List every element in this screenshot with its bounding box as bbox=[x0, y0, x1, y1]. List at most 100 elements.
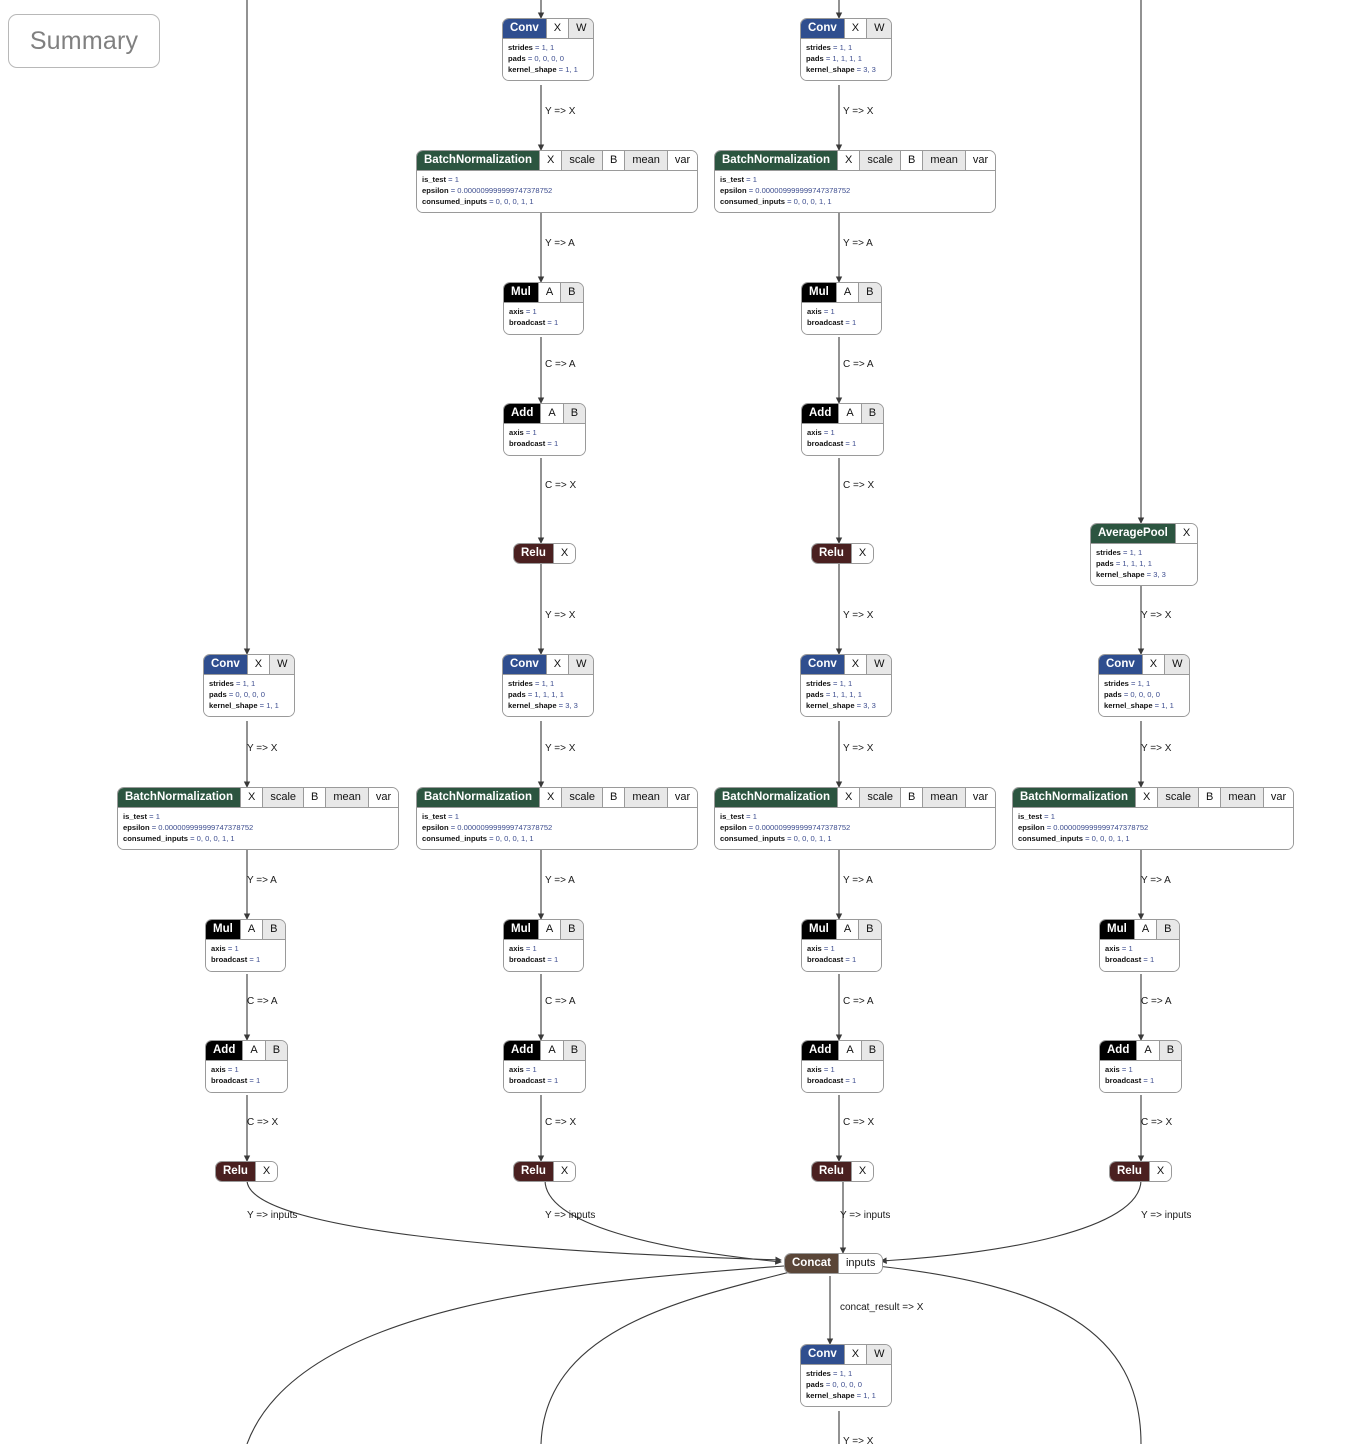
node-port-A[interactable]: A bbox=[537, 283, 561, 302]
graph-node-conv_out[interactable]: Conv X Wstrides = 1, 1 pads = 0, 0, 0, 0 ker… bbox=[800, 1344, 893, 1408]
node-port-A[interactable]: A bbox=[537, 920, 561, 939]
node-port-B[interactable]: B bbox=[303, 788, 326, 807]
node-port-B[interactable]: B bbox=[602, 151, 625, 170]
node-port-X[interactable]: X bbox=[837, 151, 860, 170]
graph-node-mul_d[interactable]: Mul A Baxis = 1 broadcast = 1 bbox=[1099, 919, 1180, 972]
node-port-scale[interactable]: scale bbox=[859, 151, 901, 170]
node-port-W[interactable]: W bbox=[866, 655, 892, 674]
node-port-var[interactable]: var bbox=[1262, 788, 1294, 807]
graph-node-relu_d[interactable]: Relu X bbox=[1109, 1161, 1173, 1182]
node-port-B[interactable]: B bbox=[860, 1041, 884, 1060]
node-port-X[interactable]: X bbox=[837, 788, 860, 807]
node-port-scale[interactable]: scale bbox=[1157, 788, 1199, 807]
node-port-X[interactable]: X bbox=[1135, 788, 1158, 807]
graph-node-add_c[interactable]: Add A Baxis = 1 broadcast = 1 bbox=[801, 1040, 885, 1093]
graph-node-conv_b[interactable]: Conv X Wstrides = 1, 1 pads = 1, 1, 1, 1 ker… bbox=[502, 654, 595, 718]
node-port-var[interactable]: var bbox=[666, 151, 698, 170]
node-port-X[interactable]: X bbox=[1148, 1162, 1172, 1181]
graph-node-relu_c_top[interactable]: Relu X bbox=[811, 543, 875, 564]
graph-node-bn_b_top[interactable]: BatchNormalization Xscale Bmean var is_test … bbox=[416, 150, 699, 214]
node-port-mean[interactable]: mean bbox=[1220, 788, 1263, 807]
node-port-scale[interactable]: scale bbox=[561, 151, 603, 170]
node-port-B[interactable]: B bbox=[1158, 1041, 1182, 1060]
node-port-X[interactable]: X bbox=[843, 19, 867, 38]
node-port-X[interactable]: X bbox=[552, 1162, 576, 1181]
node-port-var[interactable]: var bbox=[964, 788, 996, 807]
node-port-var[interactable]: var bbox=[666, 788, 698, 807]
node-port-B[interactable]: B bbox=[900, 788, 923, 807]
node-port-A[interactable]: A bbox=[838, 404, 861, 423]
node-port-B[interactable]: B bbox=[858, 283, 881, 302]
graph-node-bn_a[interactable]: BatchNormalization Xscale Bmean var is_test … bbox=[117, 787, 400, 851]
node-port-B[interactable]: B bbox=[860, 404, 884, 423]
node-port-B[interactable]: B bbox=[560, 283, 583, 302]
node-port-W[interactable]: W bbox=[568, 19, 594, 38]
node-port-A[interactable]: A bbox=[540, 1041, 563, 1060]
node-port-var[interactable]: var bbox=[367, 788, 399, 807]
node-port-mean[interactable]: mean bbox=[624, 151, 667, 170]
node-port-A[interactable]: A bbox=[239, 920, 263, 939]
graph-node-mul_a[interactable]: Mul A Baxis = 1 broadcast = 1 bbox=[205, 919, 286, 972]
node-port-A[interactable]: A bbox=[1136, 1041, 1159, 1060]
node-port-X[interactable]: X bbox=[850, 1162, 874, 1181]
graph-node-add_b_top[interactable]: Add A Baxis = 1 broadcast = 1 bbox=[503, 403, 587, 456]
node-port-B[interactable]: B bbox=[562, 404, 586, 423]
graph-node-add_b[interactable]: Add A Baxis = 1 broadcast = 1 bbox=[503, 1040, 587, 1093]
node-port-X[interactable]: X bbox=[240, 788, 263, 807]
graph-node-conv_b_top[interactable]: Conv X Wstrides = 1, 1 pads = 0, 0, 0, 0 ker… bbox=[502, 18, 595, 82]
graph-node-relu_c[interactable]: Relu X bbox=[811, 1161, 875, 1182]
node-port-scale[interactable]: scale bbox=[859, 788, 901, 807]
node-port-W[interactable]: W bbox=[866, 1345, 892, 1364]
node-port-B[interactable]: B bbox=[1156, 920, 1179, 939]
node-port-X[interactable]: X bbox=[539, 151, 562, 170]
graph-canvas[interactable]: Summary Conv X W strides = 1, 1 pads = 0… bbox=[0, 0, 1362, 1447]
graph-node-concat[interactable]: Concat inputs bbox=[784, 1253, 884, 1274]
graph-node-conv_c_top[interactable]: Conv X Wstrides = 1, 1 pads = 1, 1, 1, 1 ker… bbox=[800, 18, 893, 82]
graph-node-relu_b_top[interactable]: Relu X bbox=[513, 543, 577, 564]
graph-node-mul_b[interactable]: Mul A Baxis = 1 broadcast = 1 bbox=[503, 919, 584, 972]
graph-node-mul_c_top[interactable]: Mul A Baxis = 1 broadcast = 1 bbox=[801, 282, 882, 335]
graph-node-avgpool_d[interactable]: AveragePool Xstrides = 1, 1 pads = 1, 1, 1… bbox=[1090, 523, 1199, 587]
node-port-mean[interactable]: mean bbox=[624, 788, 667, 807]
node-port-B[interactable]: B bbox=[264, 1041, 288, 1060]
node-port-B[interactable]: B bbox=[1198, 788, 1221, 807]
graph-node-add_d[interactable]: Add A Baxis = 1 broadcast = 1 bbox=[1099, 1040, 1183, 1093]
node-port-X[interactable]: X bbox=[539, 788, 562, 807]
node-port-B[interactable]: B bbox=[562, 1041, 586, 1060]
graph-node-conv_c[interactable]: Conv X Wstrides = 1, 1 pads = 1, 1, 1, 1 ker… bbox=[800, 654, 893, 718]
graph-node-add_a[interactable]: Add A Baxis = 1 broadcast = 1 bbox=[205, 1040, 289, 1093]
node-port-W[interactable]: W bbox=[866, 19, 892, 38]
node-port-B[interactable]: B bbox=[560, 920, 583, 939]
graph-node-mul_c[interactable]: Mul A Baxis = 1 broadcast = 1 bbox=[801, 919, 882, 972]
graph-node-bn_d[interactable]: BatchNormalization Xscale Bmean var is_test … bbox=[1012, 787, 1295, 851]
node-port-X[interactable]: X bbox=[545, 19, 569, 38]
node-port-X[interactable]: X bbox=[843, 1345, 867, 1364]
graph-node-bn_b[interactable]: BatchNormalization Xscale Bmean var is_test … bbox=[416, 787, 699, 851]
graph-node-bn_c[interactable]: BatchNormalization Xscale Bmean var is_test … bbox=[714, 787, 997, 851]
node-port-B[interactable]: B bbox=[858, 920, 881, 939]
node-port-W[interactable]: W bbox=[568, 655, 594, 674]
graph-node-bn_c_top[interactable]: BatchNormalization Xscale Bmean var is_test … bbox=[714, 150, 997, 214]
graph-node-mul_b_top[interactable]: Mul A Baxis = 1 broadcast = 1 bbox=[503, 282, 584, 335]
graph-node-conv_a[interactable]: Conv X Wstrides = 1, 1 pads = 0, 0, 0, 0 ker… bbox=[203, 654, 296, 718]
node-port-scale[interactable]: scale bbox=[262, 788, 304, 807]
node-port-A[interactable]: A bbox=[242, 1041, 265, 1060]
summary-button[interactable]: Summary bbox=[8, 14, 160, 68]
node-port-A[interactable]: A bbox=[838, 1041, 861, 1060]
node-port-X[interactable]: X bbox=[1141, 655, 1165, 674]
graph-node-add_c_top[interactable]: Add A Baxis = 1 broadcast = 1 bbox=[801, 403, 885, 456]
node-port-X[interactable]: X bbox=[850, 544, 874, 563]
node-port-var[interactable]: var bbox=[964, 151, 996, 170]
graph-node-relu_b[interactable]: Relu X bbox=[513, 1161, 577, 1182]
node-port-A[interactable]: A bbox=[835, 283, 859, 302]
node-port-X[interactable]: X bbox=[254, 1162, 278, 1181]
node-port-mean[interactable]: mean bbox=[922, 151, 965, 170]
graph-node-relu_a[interactable]: Relu X bbox=[215, 1161, 279, 1182]
node-port-X[interactable]: X bbox=[545, 655, 569, 674]
node-port-A[interactable]: A bbox=[835, 920, 859, 939]
node-port-X[interactable]: X bbox=[1174, 524, 1198, 543]
node-port-X[interactable]: X bbox=[552, 544, 576, 563]
node-port-B[interactable]: B bbox=[262, 920, 285, 939]
node-port-W[interactable]: W bbox=[269, 655, 295, 674]
node-port-X[interactable]: X bbox=[843, 655, 867, 674]
